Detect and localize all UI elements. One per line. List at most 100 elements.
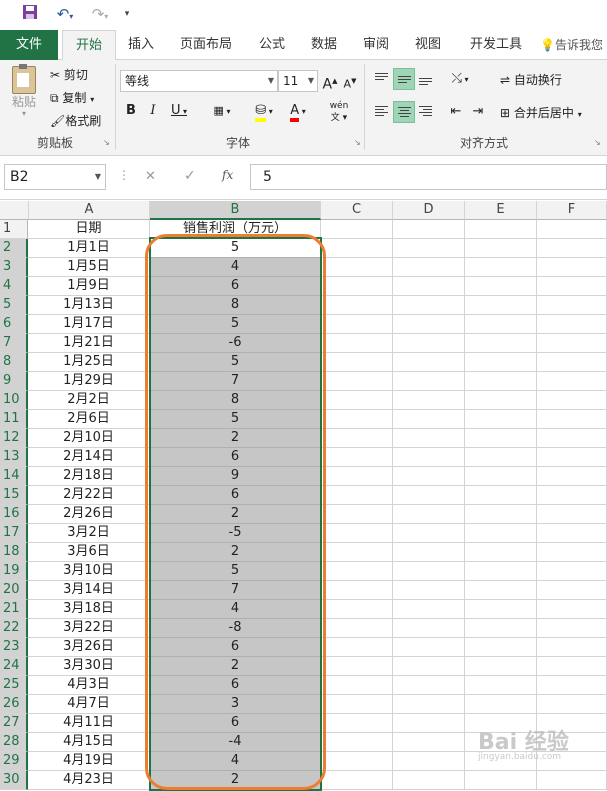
profit-cell[interactable]: 5 xyxy=(150,353,321,372)
empty-cell[interactable] xyxy=(393,429,465,448)
empty-cell[interactable] xyxy=(393,733,465,752)
empty-cell[interactable] xyxy=(465,467,537,486)
empty-cell[interactable] xyxy=(537,277,607,296)
row-header[interactable]: 5 xyxy=(0,296,28,315)
insert-function-button[interactable]: fx xyxy=(222,168,233,182)
profit-cell[interactable]: 4 xyxy=(150,600,321,619)
profit-cell[interactable]: 2 xyxy=(150,657,321,676)
empty-cell[interactable] xyxy=(537,600,607,619)
empty-cell[interactable] xyxy=(321,353,393,372)
empty-cell[interactable] xyxy=(465,771,537,790)
date-cell[interactable]: 4月11日 xyxy=(28,714,150,733)
empty-cell[interactable] xyxy=(465,581,537,600)
row-header[interactable]: 29 xyxy=(0,752,28,771)
empty-cell[interactable] xyxy=(537,429,607,448)
empty-cell[interactable] xyxy=(465,334,537,353)
empty-cell[interactable] xyxy=(321,239,393,258)
empty-cell[interactable] xyxy=(465,277,537,296)
empty-cell[interactable] xyxy=(465,657,537,676)
save-icon[interactable] xyxy=(20,4,40,24)
row-header[interactable]: 20 xyxy=(0,581,28,600)
empty-cell[interactable] xyxy=(465,543,537,562)
empty-cell[interactable] xyxy=(465,486,537,505)
empty-cell[interactable] xyxy=(321,296,393,315)
empty-cell[interactable] xyxy=(393,486,465,505)
date-cell[interactable]: 3月10日 xyxy=(28,562,150,581)
phonetic-guide-button[interactable]: wén 文 ▾ xyxy=(324,100,354,124)
empty-cell[interactable] xyxy=(537,258,607,277)
formula-input[interactable]: 5 xyxy=(250,164,607,190)
row-header[interactable]: 9 xyxy=(0,372,28,391)
empty-cell[interactable] xyxy=(321,619,393,638)
align-center-button[interactable] xyxy=(393,101,415,123)
date-cell[interactable]: 2月18日 xyxy=(28,467,150,486)
empty-cell[interactable] xyxy=(465,638,537,657)
empty-cell[interactable] xyxy=(537,695,607,714)
date-cell[interactable]: 1月21日 xyxy=(28,334,150,353)
row-header[interactable]: 10 xyxy=(0,391,28,410)
row-header[interactable]: 11 xyxy=(0,410,28,429)
empty-cell[interactable] xyxy=(537,524,607,543)
fill-color-button[interactable]: ⛁ ▾ xyxy=(250,100,278,123)
empty-cell[interactable] xyxy=(537,372,607,391)
profit-cell[interactable]: 6 xyxy=(150,676,321,695)
row-header[interactable]: 7 xyxy=(0,334,28,353)
empty-cell[interactable] xyxy=(393,467,465,486)
empty-cell[interactable] xyxy=(393,372,465,391)
underline-button[interactable]: U ▾ xyxy=(166,100,192,123)
empty-cell[interactable] xyxy=(393,315,465,334)
date-cell[interactable]: 4月23日 xyxy=(28,771,150,790)
date-cell[interactable]: 4月3日 xyxy=(28,676,150,695)
empty-cell[interactable] xyxy=(321,258,393,277)
empty-cell[interactable] xyxy=(465,676,537,695)
row-header[interactable]: 23 xyxy=(0,638,28,657)
row-header[interactable]: 17 xyxy=(0,524,28,543)
empty-cell[interactable] xyxy=(321,638,393,657)
row-header[interactable]: 16 xyxy=(0,505,28,524)
empty-cell[interactable] xyxy=(465,220,537,239)
empty-cell[interactable] xyxy=(393,752,465,771)
tab-developer[interactable]: 开发工具 xyxy=(462,30,530,60)
row-header[interactable]: 1 xyxy=(0,220,28,239)
date-cell[interactable]: 2月6日 xyxy=(28,410,150,429)
column-header-d[interactable]: D xyxy=(393,201,465,220)
tab-review[interactable]: 审阅 xyxy=(354,30,398,60)
row-header[interactable]: 6 xyxy=(0,315,28,334)
date-cell[interactable]: 3月14日 xyxy=(28,581,150,600)
paste-button[interactable]: 粘贴 ▾ xyxy=(8,64,40,126)
empty-cell[interactable] xyxy=(321,486,393,505)
profit-cell[interactable]: 5 xyxy=(150,410,321,429)
empty-cell[interactable] xyxy=(393,600,465,619)
column-header-f[interactable]: F xyxy=(537,201,607,220)
tab-formulas[interactable]: 公式 xyxy=(250,30,294,60)
profit-cell[interactable]: 2 xyxy=(150,429,321,448)
empty-cell[interactable] xyxy=(393,771,465,790)
empty-cell[interactable] xyxy=(465,695,537,714)
date-cell[interactable]: 3月2日 xyxy=(28,524,150,543)
empty-cell[interactable] xyxy=(393,676,465,695)
redo-icon[interactable]: ↷▾ xyxy=(85,4,115,24)
profit-cell[interactable]: 6 xyxy=(150,486,321,505)
shrink-font-button[interactable]: A▼ xyxy=(342,70,358,96)
empty-cell[interactable] xyxy=(465,524,537,543)
merge-center-button[interactable]: ⊞ 合并后居中 ▾ xyxy=(500,104,582,121)
header-cell-date[interactable]: 日期 xyxy=(28,220,150,239)
cut-button[interactable]: ✂ 剪切 xyxy=(50,66,88,83)
undo-icon[interactable]: ↶▾ xyxy=(50,4,80,24)
tab-file[interactable]: 文件 xyxy=(0,30,58,60)
date-cell[interactable]: 3月6日 xyxy=(28,543,150,562)
row-header[interactable]: 8 xyxy=(0,353,28,372)
empty-cell[interactable] xyxy=(537,296,607,315)
empty-cell[interactable] xyxy=(393,505,465,524)
wrap-text-button[interactable]: ⇌ 自动换行 xyxy=(500,71,562,88)
empty-cell[interactable] xyxy=(393,410,465,429)
decrease-indent-button[interactable]: ⇤ xyxy=(446,101,466,123)
row-header[interactable]: 13 xyxy=(0,448,28,467)
date-cell[interactable]: 2月22日 xyxy=(28,486,150,505)
increase-indent-button[interactable]: ⇥ xyxy=(468,101,488,123)
worksheet-grid[interactable]: A B C D E F 1 日期 销售利润（万元） 2 1月1日 5 3 1月5日 4 4 1… xyxy=(0,201,607,791)
empty-cell[interactable] xyxy=(537,505,607,524)
profit-cell[interactable]: 5 xyxy=(150,315,321,334)
profit-cell[interactable]: 4 xyxy=(150,258,321,277)
empty-cell[interactable] xyxy=(537,676,607,695)
